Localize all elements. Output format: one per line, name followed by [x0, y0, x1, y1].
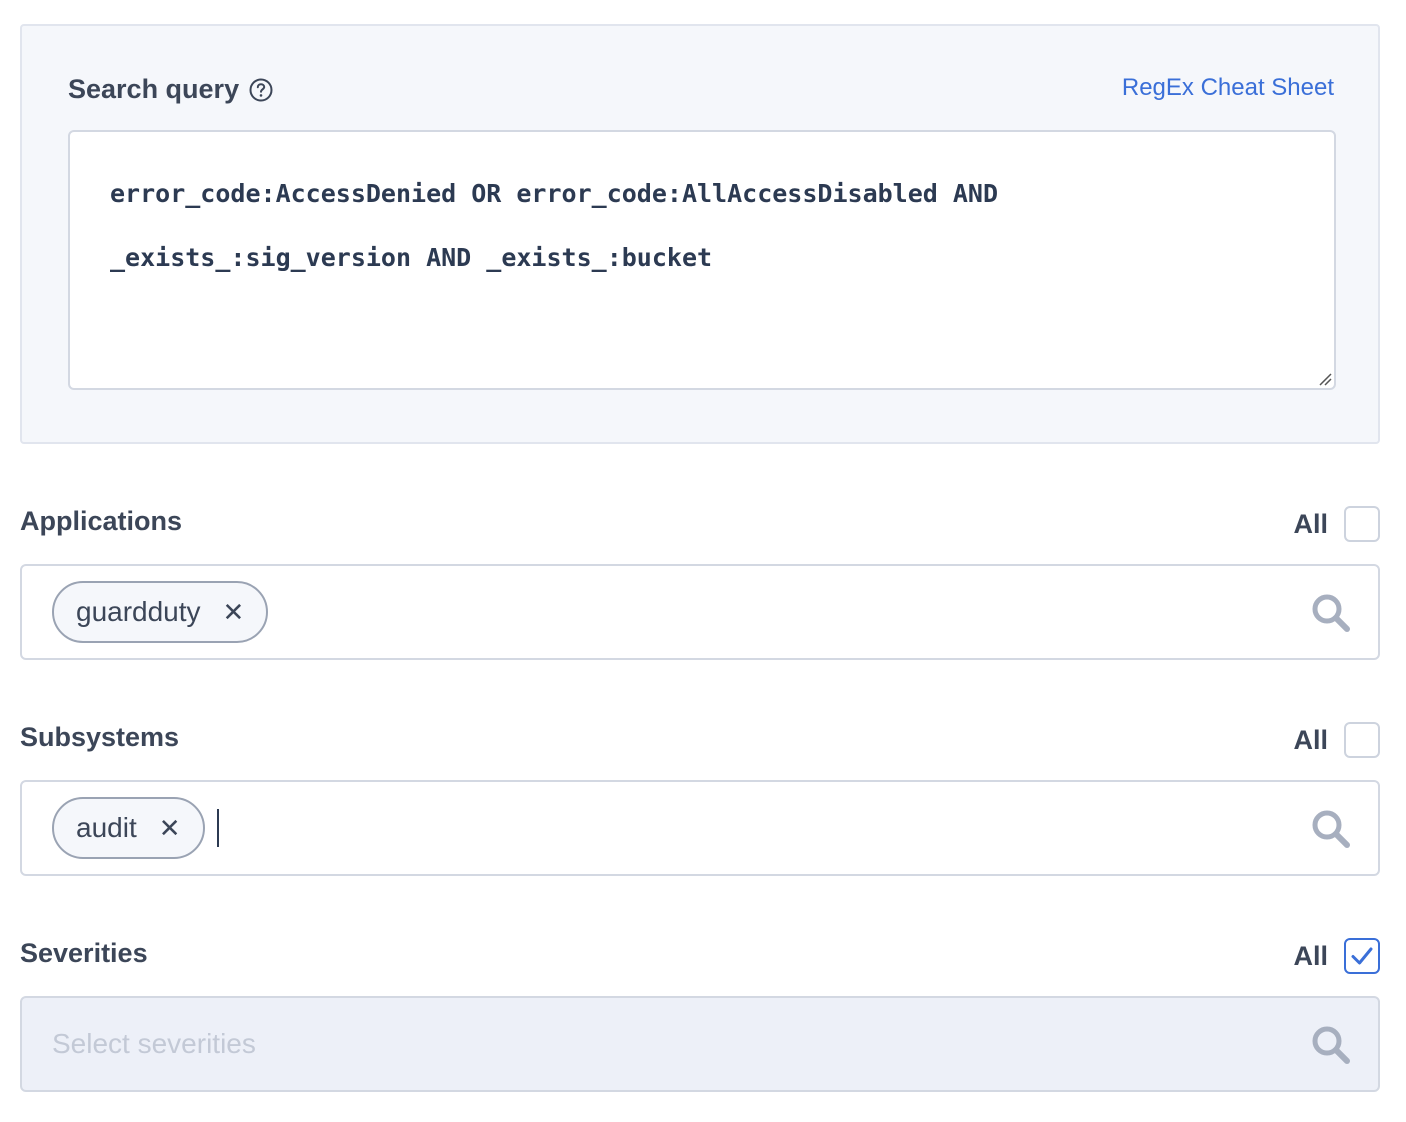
applications-all-checkbox[interactable] — [1344, 506, 1380, 542]
severities-all-checkbox[interactable] — [1344, 938, 1380, 974]
subsystems-all-toggle: All — [1293, 722, 1380, 758]
resize-handle-icon[interactable] — [1318, 372, 1332, 386]
applications-select[interactable]: guardduty ✕ — [20, 564, 1380, 660]
search-query-textarea[interactable]: error_code:AccessDenied OR error_code:Al… — [68, 130, 1336, 390]
remove-chip-icon[interactable]: ✕ — [223, 599, 245, 625]
subsystem-chip: audit ✕ — [52, 797, 205, 859]
severities-label: Severities — [20, 938, 148, 968]
check-icon — [1351, 947, 1373, 965]
remove-chip-icon[interactable]: ✕ — [159, 815, 181, 841]
applications-all-label: All — [1293, 508, 1328, 539]
applications-label: Applications — [20, 506, 183, 536]
subsystems-all-label: All — [1293, 724, 1328, 755]
severities-placeholder: Select severities — [52, 1028, 256, 1059]
search-icon — [1312, 594, 1350, 632]
regex-cheat-sheet-link[interactable]: RegEx Cheat Sheet — [1122, 74, 1334, 102]
severities-all-toggle: All — [1293, 938, 1380, 974]
subsystems-all-checkbox[interactable] — [1344, 722, 1380, 758]
search-query-label: Search query — [68, 74, 240, 104]
question-circle-icon[interactable] — [249, 78, 273, 102]
subsystems-label: Subsystems — [20, 722, 180, 752]
severities-select[interactable]: Select severities — [20, 996, 1380, 1092]
search-query-panel: Search query RegEx Cheat Sheet error_cod… — [20, 24, 1380, 444]
applications-all-toggle: All — [1293, 506, 1380, 542]
search-query-heading: Search query — [68, 74, 273, 105]
application-chip-label: guardduty — [76, 596, 201, 627]
severities-all-label: All — [1293, 940, 1328, 971]
subsystems-select[interactable]: audit ✕ — [20, 780, 1380, 876]
application-chip: guardduty ✕ — [52, 581, 269, 643]
search-icon — [1312, 810, 1350, 848]
query-filter-form: Search query RegEx Cheat Sheet error_cod… — [0, 0, 1406, 1122]
subsystem-chip-label: audit — [76, 812, 137, 843]
search-icon — [1312, 1026, 1350, 1064]
text-caret — [216, 809, 219, 847]
